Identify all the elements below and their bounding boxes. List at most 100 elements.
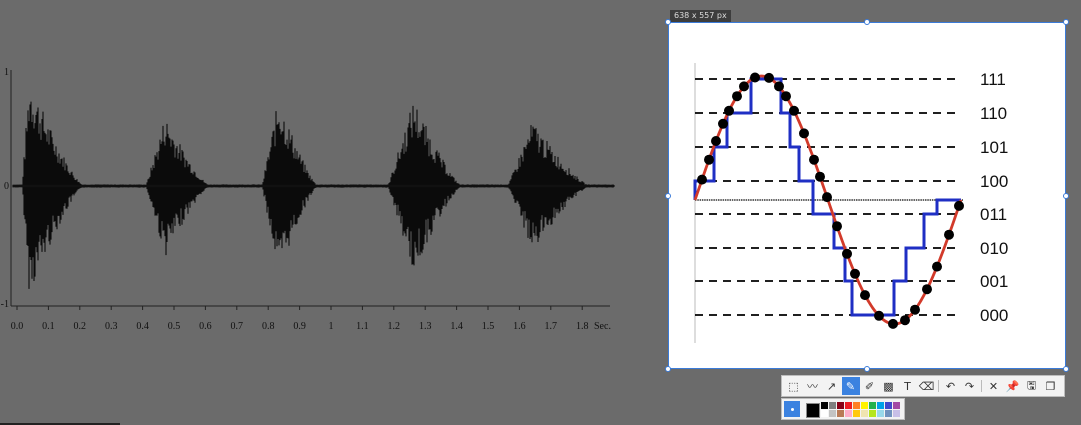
waveform-x-tick: 1.2 — [388, 321, 401, 332]
current-color-swatch[interactable] — [806, 403, 820, 418]
sample-point — [789, 105, 799, 116]
save-icon[interactable]: 🖫 — [1023, 377, 1041, 395]
brush-size-dot-icon — [790, 407, 794, 411]
quantization-level-label: 001 — [980, 272, 1008, 291]
copy-icon[interactable]: ❐ — [1042, 377, 1060, 395]
quantization-level-label: 000 — [980, 306, 1008, 325]
curve-tool-icon[interactable]: 〰 — [804, 377, 822, 395]
resize-handle[interactable] — [864, 19, 870, 25]
sample-point — [954, 200, 964, 211]
color-swatch[interactable] — [869, 410, 876, 417]
arrow-tool-icon[interactable]: ↗ — [823, 377, 841, 395]
quantization-level-label: 100 — [980, 172, 1008, 191]
resize-handle[interactable] — [665, 366, 671, 372]
annotation-toolbar: ⬚ 〰 ↗ ✎ ✐ ▩ T ⌫ ↶ ↷ ✕ 📌 🖫 ❐ — [781, 375, 1065, 397]
sample-point — [815, 171, 825, 182]
color-swatch[interactable] — [869, 402, 876, 409]
color-swatch[interactable] — [821, 410, 828, 417]
selection-size-label: 638 x 557 px — [670, 10, 731, 22]
resize-handle[interactable] — [1063, 192, 1069, 199]
audio-waveform-plot: 1 0 -10.0 0.1 0.2 0.3 0.4 0.5 0.6 0.7 0.8 0.9 1 1.1 1.… — [1, 67, 615, 332]
sample-point — [711, 136, 721, 146]
pen-tool-icon[interactable]: ✎ — [841, 377, 860, 395]
marker-tool-icon[interactable]: ✐ — [861, 377, 879, 395]
sample-point — [900, 315, 910, 326]
color-swatch[interactable] — [877, 410, 884, 417]
color-swatch[interactable] — [893, 402, 900, 409]
waveform-x-tick: 1.7 — [545, 321, 558, 332]
sample-point — [944, 229, 954, 240]
redo-icon[interactable]: ↷ — [961, 377, 979, 395]
sample-point — [732, 91, 742, 102]
waveform-y-tick: 0 — [4, 181, 9, 192]
waveform-x-tick: 0.2 — [74, 321, 87, 332]
quantization-level-label: 010 — [980, 239, 1008, 258]
cancel-icon[interactable]: ✕ — [985, 377, 1003, 395]
waveform-y-tick: -1 — [1, 299, 9, 310]
color-swatch[interactable] — [885, 402, 892, 409]
resize-handle[interactable] — [1063, 19, 1069, 25]
sample-point — [697, 174, 707, 185]
waveform-x-tick: 1.1 — [356, 321, 369, 332]
text-tool-icon[interactable]: T — [899, 377, 917, 395]
resize-handle[interactable] — [864, 366, 870, 372]
eraser-tool-icon[interactable]: ⌫ — [918, 377, 936, 395]
brush-size-button[interactable] — [784, 401, 800, 417]
color-swatch[interactable] — [845, 410, 852, 417]
waveform-x-tick: 0.3 — [105, 321, 118, 332]
color-swatch[interactable] — [877, 402, 884, 409]
color-swatch[interactable] — [893, 410, 900, 417]
sample-point — [724, 105, 734, 116]
sample-point — [860, 290, 870, 301]
waveform-x-tick: 1.6 — [513, 321, 526, 332]
sample-point — [850, 268, 860, 279]
color-swatch[interactable] — [861, 402, 868, 409]
waveform-x-tick: 0.4 — [136, 321, 149, 332]
color-swatch[interactable] — [853, 410, 860, 417]
waveform-x-tick: 1 — [329, 321, 334, 332]
color-swatch[interactable] — [885, 410, 892, 417]
resize-handle[interactable] — [1063, 366, 1069, 372]
sample-point — [832, 221, 842, 232]
sample-point — [764, 72, 774, 83]
waveform-y-tick: 1 — [4, 67, 9, 78]
waveform-x-tick: 0.5 — [168, 321, 181, 332]
waveform-x-tick: 0.1 — [42, 321, 55, 332]
sample-point — [704, 154, 714, 165]
color-swatch[interactable] — [853, 402, 860, 409]
color-swatch[interactable] — [845, 402, 852, 409]
toolbar-separator — [938, 380, 939, 392]
quantization-level-label: 110 — [980, 104, 1007, 123]
waveform-x-tick: 1.4 — [450, 321, 463, 332]
undo-icon[interactable]: ↶ — [942, 377, 960, 395]
color-swatch[interactable] — [837, 410, 844, 417]
color-swatch[interactable] — [829, 410, 836, 417]
resize-handle[interactable] — [665, 19, 671, 25]
sample-point — [799, 128, 809, 139]
sample-point — [774, 81, 784, 92]
color-swatch[interactable] — [837, 402, 844, 409]
rectangle-tool-icon[interactable]: ⬚ — [785, 377, 803, 395]
waveform-x-tick: 1.5 — [482, 321, 495, 332]
pin-icon[interactable]: 📌 — [1004, 377, 1022, 395]
waveform-x-tick: 0.0 — [11, 321, 24, 332]
waveform-x-tick: 1.3 — [419, 321, 432, 332]
sample-point — [932, 261, 942, 272]
color-swatch[interactable] — [861, 410, 868, 417]
sample-point — [822, 192, 832, 203]
audio-waveform-signal — [12, 101, 615, 289]
waveform-x-tick: 0.9 — [293, 321, 306, 332]
color-palette — [821, 402, 903, 418]
color-swatch[interactable] — [821, 402, 828, 409]
waveform-x-tick: 0.7 — [231, 321, 244, 332]
color-toolbar — [781, 398, 905, 420]
resize-handle[interactable] — [665, 192, 671, 199]
color-swatch[interactable] — [829, 402, 836, 409]
quantization-level-label: 111 — [980, 70, 1006, 89]
screenshot-selection-area[interactable]: 111 110 101 100 011 010 001 000 — [668, 22, 1066, 369]
waveform-panel: 1 0 -1 0.0 0.1 0.2 0.3 0.4 0.5 0.6 0.7 0.8 0.9 1 1.1 1.… — [0, 0, 660, 425]
sample-point — [718, 118, 728, 129]
mosaic-tool-icon[interactable]: ▩ — [880, 377, 898, 395]
sample-point — [842, 248, 852, 259]
sample-point — [874, 310, 884, 321]
